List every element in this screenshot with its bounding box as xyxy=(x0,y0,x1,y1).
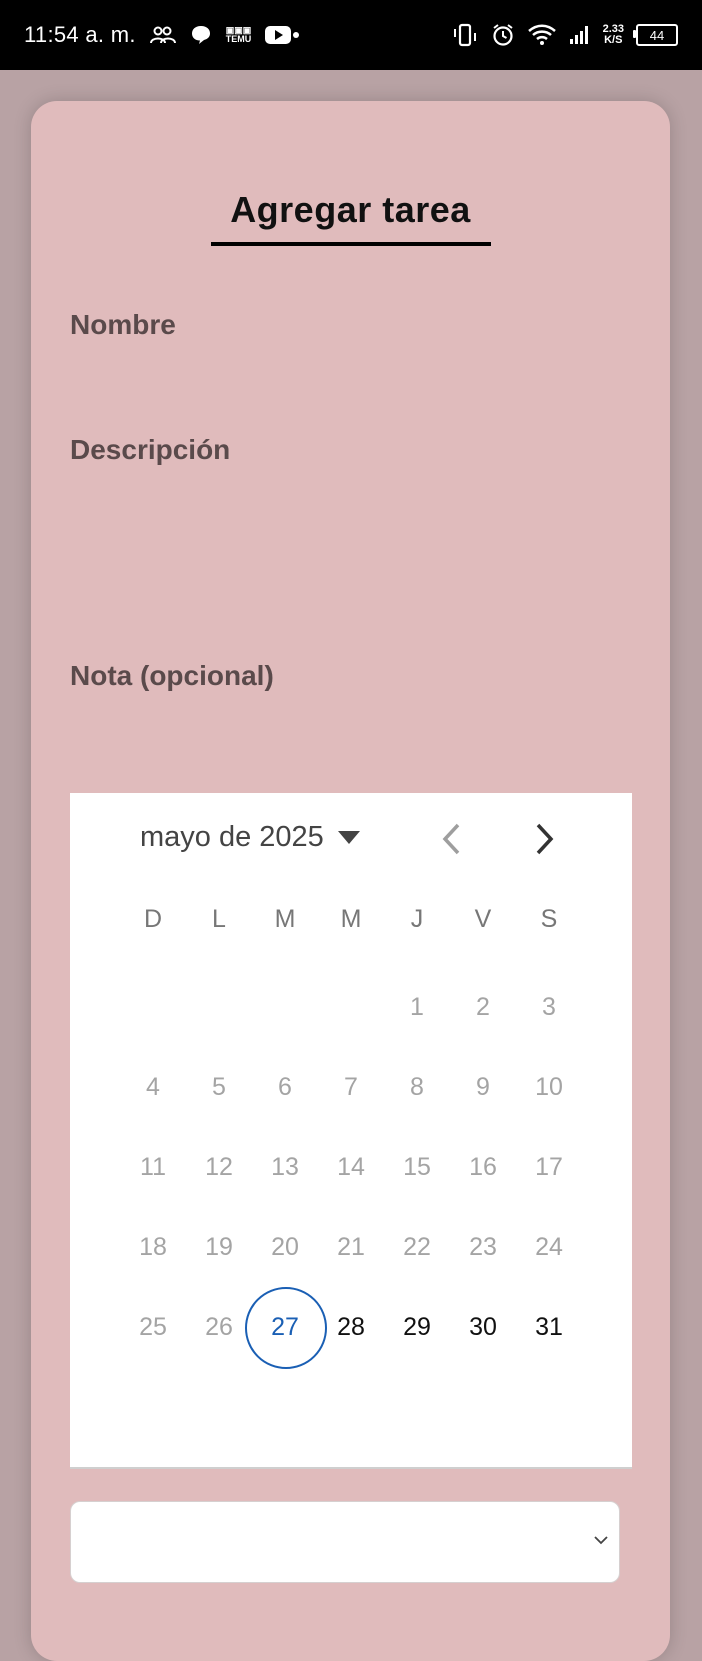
page-title: Agregar tarea xyxy=(230,189,471,230)
weekday-label: D xyxy=(143,905,163,933)
calendar-day-disabled: 24 xyxy=(535,1233,563,1261)
alarm-icon xyxy=(491,23,515,47)
calendar-day-disabled: 3 xyxy=(542,993,556,1021)
calendar-empty-cell xyxy=(318,979,384,1035)
calendar-week-row: 25 26 27 28 29 30 31 xyxy=(120,1287,582,1369)
vibrate-icon xyxy=(451,23,479,47)
calendar-day-disabled: 16 xyxy=(469,1153,497,1181)
calendar-day-disabled: 22 xyxy=(403,1233,431,1261)
calendar-day-disabled: 9 xyxy=(476,1073,490,1101)
chevron-down-icon xyxy=(594,1536,608,1545)
calendar-day-disabled: 7 xyxy=(344,1073,358,1101)
temu-label: TEMU xyxy=(225,34,252,44)
calendar-day-disabled: 6 xyxy=(278,1073,292,1101)
weekday-label: M xyxy=(274,905,296,933)
battery-icon: 44 xyxy=(633,24,678,46)
youtube-icon xyxy=(265,25,300,45)
calendar-day-disabled: 5 xyxy=(212,1073,226,1101)
calendar-day-disabled: 25 xyxy=(139,1313,167,1341)
add-task-card: Agregar tarea Nombre Descripción Nota (o… xyxy=(31,101,670,1661)
calendar-day-disabled: 26 xyxy=(205,1313,233,1341)
weekday-label: M xyxy=(340,905,362,933)
calendar-day[interactable]: 29 xyxy=(384,1299,450,1355)
weekday-label: L xyxy=(212,905,226,933)
status-time: 11:54 a. m. xyxy=(24,22,136,47)
signal-icon xyxy=(569,25,591,45)
calendar-week-row: 11 12 13 14 15 16 17 xyxy=(120,1139,582,1195)
note-input[interactable] xyxy=(70,701,630,771)
name-input[interactable] xyxy=(70,351,630,411)
weekday-row: DLMMJVS xyxy=(120,905,582,934)
weekday-label: J xyxy=(410,905,424,933)
calendar-day[interactable]: 31 xyxy=(516,1299,582,1355)
month-label: mayo de 2025 xyxy=(140,821,324,853)
net-speed: 2.33 K/S xyxy=(603,24,624,46)
calendar-day-disabled: 17 xyxy=(535,1153,563,1181)
calendar-day-disabled: 14 xyxy=(337,1153,365,1181)
calendar-day-disabled: 20 xyxy=(271,1233,299,1261)
calendar-day-disabled: 2 xyxy=(476,993,490,1021)
title-underline xyxy=(211,242,491,246)
temu-icon: ▣▣▣ TEMU xyxy=(226,26,252,44)
people-icon xyxy=(149,25,176,45)
description-input[interactable] xyxy=(70,476,630,646)
calendar-day-disabled: 23 xyxy=(469,1233,497,1261)
calendar-day-disabled: 15 xyxy=(403,1153,431,1181)
description-label: Descripción xyxy=(70,434,231,465)
note-label: Nota (opcional) xyxy=(70,660,274,691)
caret-down-icon xyxy=(337,831,360,844)
chevron-right-icon xyxy=(536,823,554,855)
calendar: mayo de 2025 DLMMJVS 1 2 3 4 5 6 7 8 9 10 11 12 13 14… xyxy=(70,793,632,1469)
calendar-day[interactable]: 28 xyxy=(318,1299,384,1355)
calendar-day-disabled: 18 xyxy=(139,1233,167,1261)
wifi-icon xyxy=(527,24,557,46)
calendar-empty-cell xyxy=(186,979,252,1035)
chevron-left-icon xyxy=(442,823,460,855)
calendar-week-row: 4 5 6 7 8 9 10 xyxy=(120,1059,582,1115)
calendar-day-disabled: 11 xyxy=(140,1153,166,1181)
next-month-button[interactable] xyxy=(524,819,564,859)
calendar-day-disabled: 4 xyxy=(146,1073,160,1101)
weekday-label: V xyxy=(474,905,492,933)
calendar-day-today[interactable]: 27 xyxy=(245,1287,327,1369)
calendar-day-disabled: 19 xyxy=(205,1233,233,1261)
chat-bubble-icon xyxy=(190,24,212,46)
calendar-day-disabled: 13 xyxy=(271,1153,299,1181)
calendar-empty-cell xyxy=(120,979,186,1035)
status-bar: 11:54 a. m. ▣▣▣ TEMU 2.33 K/S 44 xyxy=(0,0,702,70)
calendar-empty-cell xyxy=(252,979,318,1035)
calendar-day-disabled: 1 xyxy=(410,993,424,1021)
calendar-day-disabled: 21 xyxy=(337,1233,365,1261)
net-speed-unit: K/S xyxy=(604,34,623,46)
month-year-selector[interactable]: mayo de 2025 xyxy=(140,821,360,854)
name-label: Nombre xyxy=(70,309,176,340)
calendar-header: mayo de 2025 xyxy=(70,793,632,887)
calendar-week-row: 18 19 20 21 22 23 24 xyxy=(120,1219,582,1275)
calendar-day[interactable]: 30 xyxy=(450,1299,516,1355)
weekday-label: S xyxy=(540,905,558,933)
category-select[interactable] xyxy=(70,1501,620,1583)
calendar-day-disabled: 12 xyxy=(205,1153,233,1181)
battery-level: 44 xyxy=(649,27,665,43)
calendar-day-disabled: 10 xyxy=(535,1073,563,1101)
calendar-day-disabled: 8 xyxy=(410,1073,424,1101)
calendar-week-row: 1 2 3 xyxy=(120,979,582,1035)
previous-month-button[interactable] xyxy=(432,819,472,859)
